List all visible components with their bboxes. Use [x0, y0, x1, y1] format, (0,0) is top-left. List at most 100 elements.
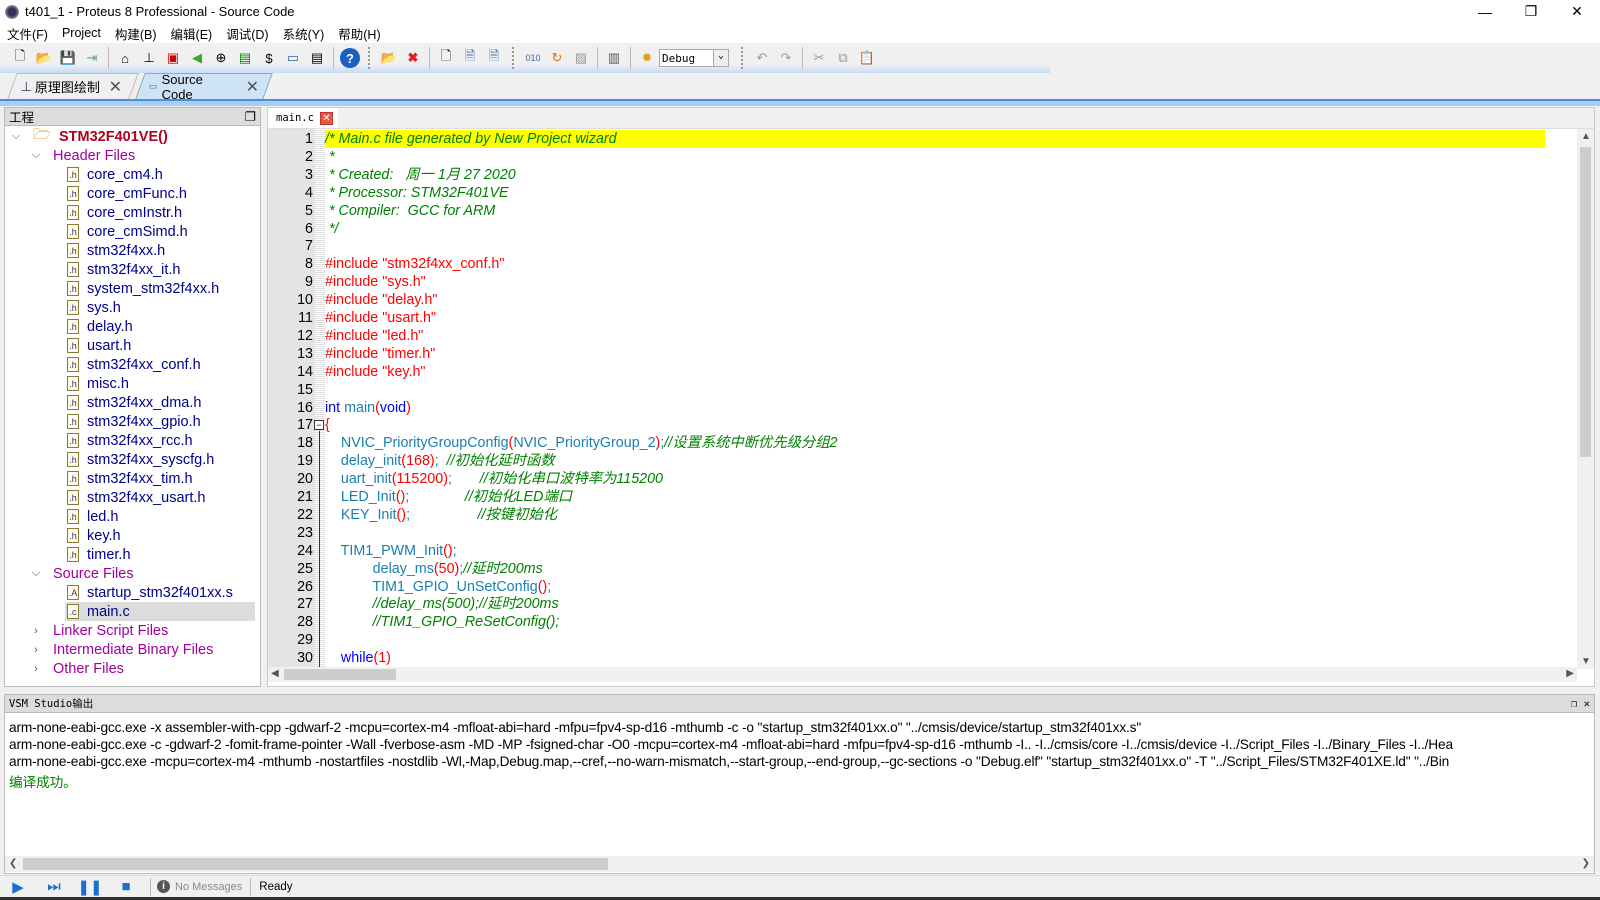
restore-button[interactable]: ❐ — [1508, 0, 1554, 23]
tree-file[interactable]: .h stm32f4xx_rcc.h — [67, 431, 193, 450]
tree-file[interactable]: .h misc.h — [67, 374, 129, 393]
tree-file[interactable]: .h core_cmFunc.h — [67, 184, 187, 203]
open-project-icon[interactable]: 📂 — [379, 48, 399, 68]
horizontal-scrollbar[interactable]: ❮ ❯ — [5, 856, 1594, 872]
close-tab-icon[interactable]: ✕ — [109, 77, 122, 97]
tree-file[interactable]: .A startup_stm32f401xx.s — [67, 583, 233, 602]
paste-icon[interactable]: 📋 — [857, 48, 877, 68]
build-config-select[interactable]: Debug ⌄ — [659, 49, 729, 67]
chip-icon[interactable]: ▥ — [604, 48, 624, 68]
home-icon[interactable]: ⌂ — [115, 48, 135, 68]
settings-gear-icon[interactable]: ✹ — [637, 48, 657, 68]
help-icon[interactable]: ? — [340, 48, 360, 68]
menu-system[interactable]: 系统(Y) — [276, 24, 332, 43]
file-h-icon: .h — [67, 167, 79, 182]
cut-icon[interactable]: ✂ — [809, 48, 829, 68]
menu-help[interactable]: 帮助(H) — [331, 24, 387, 43]
fold-collapse-icon[interactable]: − — [314, 420, 324, 431]
tree-file[interactable]: .c main.c — [65, 602, 255, 621]
file-h-icon: .h — [67, 186, 79, 201]
horizontal-scrollbar[interactable]: ◀ ▶ — [268, 667, 1577, 682]
notes-icon[interactable]: ▤ — [307, 48, 327, 68]
copy-icon[interactable]: ⧉ — [833, 48, 853, 68]
new-source-icon[interactable]: 🗋 — [436, 48, 456, 68]
tree-file[interactable]: .h timer.h — [67, 545, 131, 564]
play-icon[interactable]: ▶ — [0, 878, 36, 896]
open-folder-icon[interactable]: 📂 — [34, 48, 54, 68]
chevron-right-icon[interactable]: › — [29, 663, 43, 675]
tree-file[interactable]: .h led.h — [67, 507, 118, 526]
code-area[interactable]: 1 /* Main.c file generated by New Project… — [297, 130, 1545, 672]
tree-file[interactable]: .h system_stm32f4xx.h — [67, 279, 219, 298]
delete-icon[interactable]: ✖ — [403, 48, 423, 68]
tree-file[interactable]: .h stm32f4xx_dma.h — [67, 393, 201, 412]
close-button[interactable]: ✕ — [1554, 0, 1600, 23]
import-icon[interactable]: ⇥ — [82, 48, 102, 68]
save-icon[interactable]: 💾 — [58, 48, 78, 68]
line-number: 12 — [297, 327, 313, 344]
tab-schematic[interactable]: ⊥ 原理图绘制 ✕ — [7, 73, 139, 99]
tree-file[interactable]: .h stm32f4xx_it.h — [67, 260, 181, 279]
messages-count[interactable]: No Messages — [175, 881, 242, 893]
minimize-button[interactable]: — — [1462, 0, 1508, 23]
step-icon[interactable]: ⏭ — [36, 878, 72, 895]
tree-file[interactable]: .h usart.h — [67, 336, 131, 355]
close-tab-icon[interactable]: ✕ — [245, 77, 258, 97]
tab-source-code[interactable]: ▭ Source Code ✕ — [135, 72, 273, 102]
new-file-icon[interactable]: 🗋 — [10, 48, 30, 68]
tree-file[interactable]: .h stm32f4xx_conf.h — [67, 355, 201, 374]
tree-file[interactable]: .h delay.h — [67, 317, 133, 336]
menu-file[interactable]: 文件(F) — [0, 24, 55, 43]
tree-file[interactable]: .h core_cm4.h — [67, 165, 163, 184]
menu-debug[interactable]: 调试(D) — [219, 24, 275, 43]
schematic-icon[interactable]: ⊥ — [139, 48, 159, 68]
chevron-down-icon[interactable]: ⌵ — [29, 567, 43, 580]
menu-build[interactable]: 构建(B) — [108, 24, 164, 43]
tab-main-c[interactable]: main.c ✕ — [268, 108, 338, 128]
build-icon[interactable]: 010 — [523, 48, 543, 68]
tree-folder[interactable]: › Other Files — [29, 659, 124, 678]
tree-file[interactable]: .h stm32f4xx_gpio.h — [67, 412, 201, 431]
tree-folder[interactable]: ⌵ Header Files — [29, 146, 135, 165]
chevron-down-icon[interactable]: ⌵ — [29, 149, 43, 162]
float-panel-icon[interactable]: ❐ — [1571, 698, 1577, 710]
pause-icon[interactable]: ❚❚ — [72, 878, 108, 896]
tree-file[interactable]: .h stm32f4xx_syscfg.h — [67, 450, 214, 469]
tree-file[interactable]: .h core_cmSimd.h — [67, 222, 188, 241]
file-c-icon: .c — [67, 604, 79, 619]
menu-edit[interactable]: 编辑(E) — [164, 24, 220, 43]
close-tab-icon[interactable]: ✕ — [319, 111, 333, 125]
tree-folder[interactable]: ⌵ Source Files — [29, 564, 134, 583]
redo-icon[interactable]: ↷ — [776, 48, 796, 68]
vertical-scrollbar[interactable]: ▲ ▼ — [1577, 129, 1594, 669]
stop-icon[interactable]: ■ — [108, 878, 144, 895]
tree-root[interactable]: ⌵ 🗁 STM32F401VE() — [9, 127, 168, 146]
tree-folder[interactable]: › Intermediate Binary Files — [29, 640, 213, 659]
rebuild-icon[interactable]: ↻ — [547, 48, 567, 68]
add-file-icon[interactable]: 🗎 — [460, 48, 480, 68]
close-panel-icon[interactable]: ✕ — [1584, 698, 1590, 710]
3d-icon[interactable]: ◀ — [187, 48, 207, 68]
tree-file[interactable]: .h key.h — [67, 526, 121, 545]
code-line: 5 * Compiler: GCC for ARM — [305, 202, 1545, 220]
source-code-icon[interactable]: ▭ — [283, 48, 303, 68]
float-panel-icon[interactable]: ❐ — [245, 109, 256, 124]
chevron-down-icon[interactable]: ⌵ — [9, 130, 23, 143]
tree-file[interactable]: .h stm32f4xx_tim.h — [67, 469, 193, 488]
tree-folder[interactable]: › Linker Script Files — [29, 621, 168, 640]
tree-file[interactable]: .h sys.h — [67, 298, 121, 317]
code-token: ; — [405, 489, 465, 505]
bom-icon[interactable]: $ — [259, 48, 279, 68]
gerber-icon[interactable]: ⊕ — [211, 48, 231, 68]
pcb-icon[interactable]: ▣ — [163, 48, 183, 68]
tree-file[interactable]: .h stm32f4xx.h — [67, 241, 165, 260]
tree-file[interactable]: .h stm32f4xx_usart.h — [67, 488, 205, 507]
chevron-right-icon[interactable]: › — [29, 644, 43, 656]
design-explorer-icon[interactable]: ▤ — [235, 48, 255, 68]
menu-project[interactable]: Project — [55, 26, 108, 40]
tree-file[interactable]: .h core_cmInstr.h — [67, 203, 182, 222]
remove-file-icon[interactable]: 🗎 — [484, 48, 504, 68]
undo-icon[interactable]: ↶ — [752, 48, 772, 68]
chevron-right-icon[interactable]: › — [29, 625, 43, 637]
clean-icon[interactable]: ▨ — [571, 48, 591, 68]
